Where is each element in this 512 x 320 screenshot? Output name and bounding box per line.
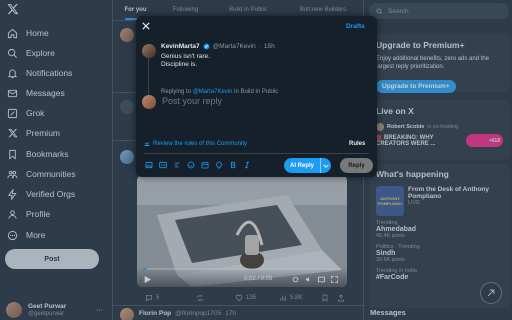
- original-time: 15h: [263, 43, 275, 50]
- verified-badge-icon: [203, 43, 210, 50]
- avatar: [142, 44, 156, 58]
- bold-icon[interactable]: [229, 161, 237, 169]
- thread-line: [148, 58, 149, 98]
- separator: ·: [258, 43, 261, 50]
- reply-button[interactable]: Reply: [340, 158, 373, 173]
- original-text-line-1: Genius isn't rare.: [161, 53, 210, 60]
- replying-to: Replying to @Marta7Kevin in Build in Pub…: [161, 89, 278, 95]
- avatar: [142, 95, 156, 109]
- emoji-icon[interactable]: [187, 161, 195, 169]
- original-handle: @Marta7Kevin: [212, 43, 256, 50]
- gif-icon[interactable]: [159, 161, 167, 169]
- divider: [144, 153, 369, 154]
- reply-input[interactable]: Post your reply: [162, 96, 222, 106]
- image-icon[interactable]: [145, 161, 153, 169]
- original-post-header: KevinMarta7 @Marta7Kevin · 15h: [161, 43, 275, 50]
- close-icon[interactable]: [142, 22, 151, 31]
- original-text-line-2: Discipline is.: [161, 61, 198, 68]
- rules-button[interactable]: Rules: [349, 141, 365, 147]
- location-icon[interactable]: [215, 161, 223, 169]
- review-rules-link[interactable]: Review the rules of this Community: [144, 141, 247, 147]
- ai-reply-button[interactable]: AI Reply: [284, 158, 331, 173]
- replying-suffix: in Build in Public: [234, 89, 279, 95]
- poll-icon[interactable]: [173, 161, 181, 169]
- italic-icon[interactable]: [243, 161, 251, 169]
- people-icon: [144, 142, 150, 146]
- ai-reply-label: AI Reply: [289, 162, 314, 169]
- review-rules-text: Review the rules of this Community: [153, 141, 248, 147]
- reply-modal: Drafts KevinMarta7 @Marta7Kevin · 15h Ge…: [136, 16, 377, 177]
- original-author: KevinMarta7: [161, 43, 200, 50]
- replying-prefix: Replying to: [161, 89, 192, 95]
- drafts-button[interactable]: Drafts: [346, 23, 365, 30]
- chevron-down-icon[interactable]: [321, 163, 331, 169]
- replying-mention[interactable]: @Marta7Kevin: [193, 89, 233, 95]
- schedule-icon[interactable]: [201, 161, 209, 169]
